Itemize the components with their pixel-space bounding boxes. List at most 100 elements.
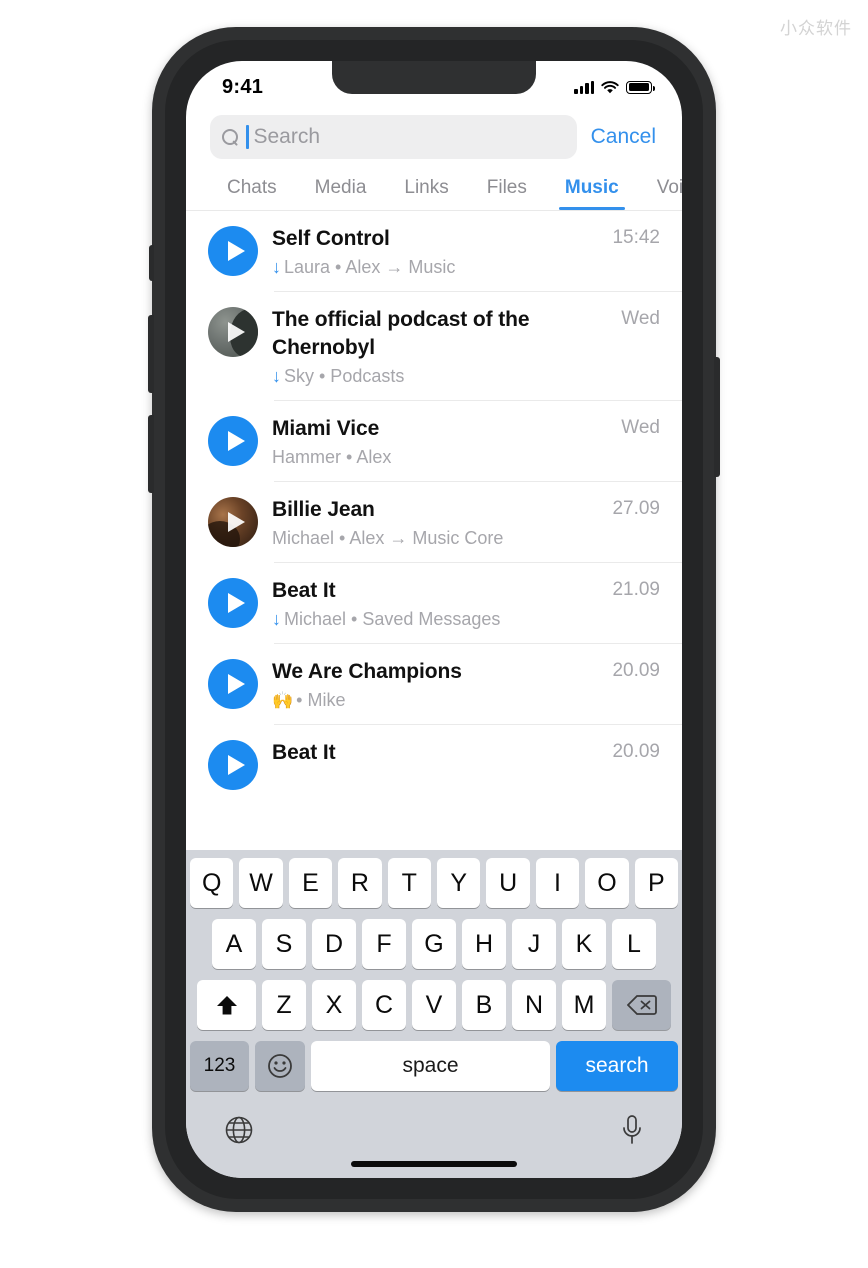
key-k[interactable]: K xyxy=(562,919,606,969)
tab-voice[interactable]: Voi xyxy=(638,171,682,210)
smiley-face-icon[interactable] xyxy=(255,1041,305,1091)
track-timestamp: 20.09 xyxy=(612,660,660,682)
row-text-block: The official podcast of the Chernobyl ↓ … xyxy=(272,305,607,388)
row-text-block: Miami Vice Hammer • Alex xyxy=(272,414,607,469)
thumbnail-avatar[interactable] xyxy=(208,497,258,548)
tab-music[interactable]: Music xyxy=(546,171,638,210)
key-x[interactable]: X xyxy=(312,980,356,1030)
key-g[interactable]: G xyxy=(412,919,456,969)
key-h[interactable]: H xyxy=(462,919,506,969)
key-m[interactable]: M xyxy=(562,980,606,1030)
space-key[interactable]: space xyxy=(311,1041,550,1091)
track-subtitle: Michael • Saved Messages xyxy=(284,608,501,629)
table-row[interactable]: Beat It 20.09 xyxy=(186,725,682,803)
key-n[interactable]: N xyxy=(512,980,556,1030)
screenshot-canvas: 小众软件 9:41 Search Cancel Chats Media Link… xyxy=(0,0,868,1268)
music-results-list: Self Control ↓ Laura • Alex → Music 15:4… xyxy=(186,211,682,804)
tab-chats[interactable]: Chats xyxy=(208,171,296,210)
table-row[interactable]: Beat It ↓ Michael • Saved Messages 21.09 xyxy=(186,563,682,645)
key-w[interactable]: W xyxy=(239,858,283,908)
download-arrow-icon: ↓ xyxy=(272,256,281,277)
globe-language-icon[interactable] xyxy=(224,1115,254,1145)
status-bar-clock: 9:41 xyxy=(222,75,264,98)
track-subtitle-line: ↓ Michael • Saved Messages xyxy=(272,608,598,631)
play-icon xyxy=(227,755,245,776)
track-subtitle: Hammer • Alex xyxy=(272,446,392,467)
table-row[interactable]: Miami Vice Hammer • Alex Wed xyxy=(186,401,682,483)
play-button-avatar[interactable] xyxy=(208,659,258,710)
volume-up-button[interactable] xyxy=(148,315,154,393)
table-row[interactable]: The official podcast of the Chernobyl ↓ … xyxy=(186,292,682,401)
iphone-device-frame: 9:41 Search Cancel Chats Media Links Fil… xyxy=(148,27,720,1212)
keyboard-row-1: Q W E R T Y U I O P xyxy=(189,858,679,908)
key-o[interactable]: O xyxy=(585,858,629,908)
key-d[interactable]: D xyxy=(312,919,356,969)
track-timestamp: 21.09 xyxy=(612,579,660,601)
key-t[interactable]: T xyxy=(387,858,431,908)
key-r[interactable]: R xyxy=(338,858,382,908)
tab-media[interactable]: Media xyxy=(296,171,386,210)
home-indicator[interactable] xyxy=(351,1161,517,1167)
tab-links[interactable]: Links xyxy=(385,171,467,210)
keyboard-row-4: 123 space search xyxy=(190,1041,678,1091)
row-text-block: Self Control ↓ Laura • Alex → Music xyxy=(272,224,598,279)
key-v[interactable]: V xyxy=(412,980,456,1030)
key-e[interactable]: E xyxy=(288,858,333,908)
key-y[interactable]: Y xyxy=(437,858,481,908)
key-l[interactable]: L xyxy=(612,919,656,969)
device-screen: 9:41 Search Cancel Chats Media Links Fil… xyxy=(186,61,682,1178)
play-icon xyxy=(227,241,245,261)
microphone-dictation-icon[interactable] xyxy=(620,1114,644,1146)
play-button-avatar[interactable] xyxy=(208,226,258,276)
table-row[interactable]: We Are Champions 🙌 • Mike 20.09 xyxy=(186,644,682,726)
mute-switch-button[interactable] xyxy=(149,245,154,281)
row-text-block: Beat It ↓ Michael • Saved Messages xyxy=(272,576,598,631)
keyboard-bottom-bar xyxy=(190,1099,678,1155)
play-icon xyxy=(227,674,245,695)
track-title: Miami Vice xyxy=(272,416,380,440)
key-s[interactable]: S xyxy=(262,919,306,969)
play-icon xyxy=(227,322,245,343)
raising-hands-emoji-icon: 🙌 xyxy=(272,690,294,710)
play-button-avatar[interactable] xyxy=(208,578,258,629)
numbers-key[interactable]: 123 xyxy=(190,1041,249,1091)
play-button-avatar[interactable] xyxy=(208,415,258,466)
track-subtitle-line: Hammer • Alex xyxy=(272,446,607,469)
play-button-avatar[interactable] xyxy=(208,740,258,791)
search-icon xyxy=(222,128,239,146)
table-row[interactable]: Billie Jean Michael • Alex → Music Core … xyxy=(186,482,682,564)
key-p[interactable]: P xyxy=(634,858,679,908)
track-title: Beat It xyxy=(272,741,336,765)
key-c[interactable]: C xyxy=(362,980,406,1030)
filter-tab-bar: Chats Media Links Files Music Voi xyxy=(186,159,682,211)
key-b[interactable]: B xyxy=(462,980,506,1030)
display-notch xyxy=(332,61,536,94)
power-side-button[interactable] xyxy=(714,357,720,477)
search-key[interactable]: search xyxy=(556,1041,678,1091)
track-title: Billie Jean xyxy=(272,498,375,522)
cancel-button[interactable]: Cancel xyxy=(591,125,658,149)
thumbnail-avatar[interactable] xyxy=(208,307,258,358)
search-input[interactable]: Search xyxy=(210,115,577,159)
key-q[interactable]: Q xyxy=(189,858,234,908)
shift-arrow-up-icon[interactable] xyxy=(197,980,256,1030)
track-subtitle: • Mike xyxy=(296,689,346,710)
key-j[interactable]: J xyxy=(512,919,556,969)
key-f[interactable]: F xyxy=(362,919,406,969)
track-title: Self Control xyxy=(272,227,390,250)
volume-down-button[interactable] xyxy=(148,415,154,493)
key-i[interactable]: I xyxy=(535,858,580,908)
status-bar-indicators xyxy=(574,80,655,94)
download-arrow-icon: ↓ xyxy=(272,608,281,629)
key-a[interactable]: A xyxy=(212,919,256,969)
track-subtitle-line: ↓ Laura • Alex → Music xyxy=(272,256,598,279)
track-subtitle: Michael • Alex → Music Core xyxy=(272,527,504,548)
tab-files[interactable]: Files xyxy=(468,171,546,210)
table-row[interactable]: Self Control ↓ Laura • Alex → Music 15:4… xyxy=(186,211,682,293)
key-z[interactable]: Z xyxy=(262,980,306,1030)
search-bar-row: Search Cancel xyxy=(186,109,682,159)
track-timestamp: Wed xyxy=(621,416,660,438)
backspace-delete-icon[interactable] xyxy=(612,980,671,1030)
key-u[interactable]: U xyxy=(486,858,530,908)
track-timestamp: Wed xyxy=(621,308,660,330)
